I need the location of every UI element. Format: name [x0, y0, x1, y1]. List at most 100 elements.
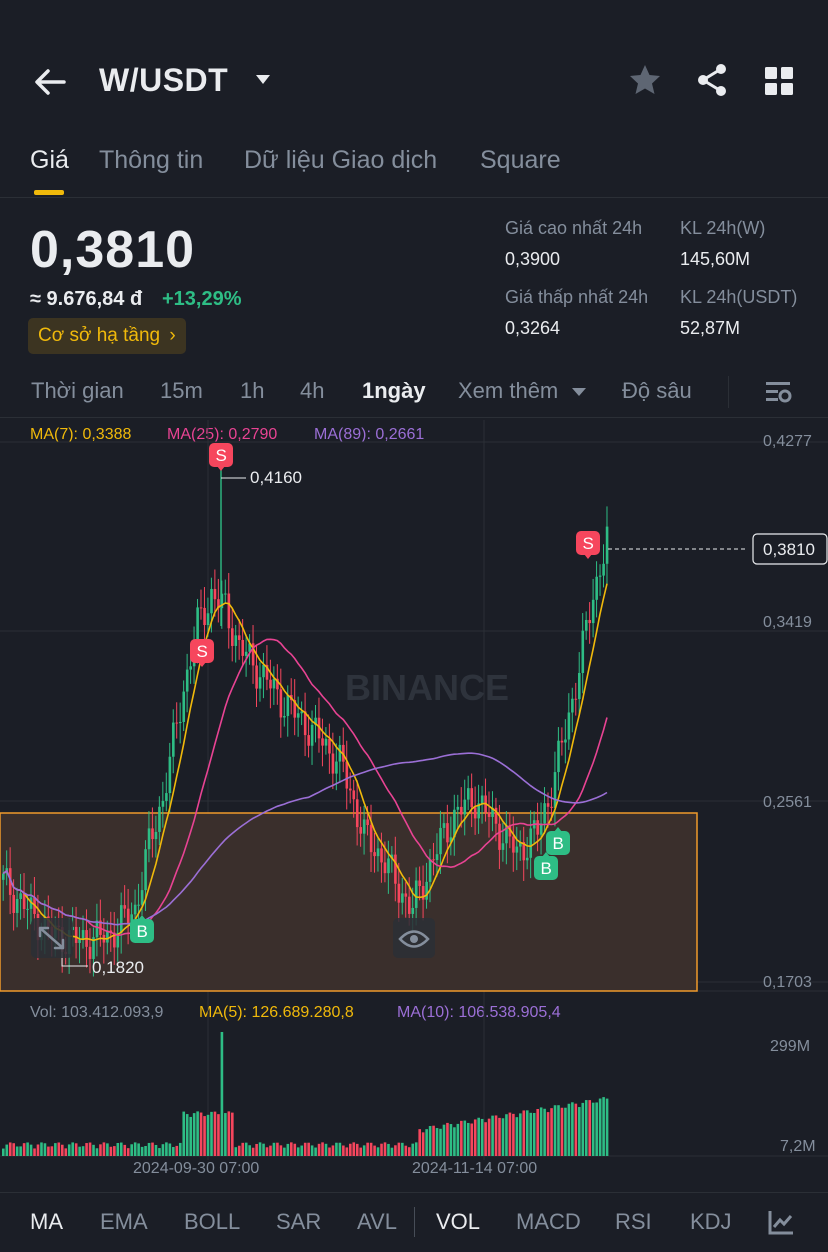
volume-bars-group: [2, 1032, 609, 1156]
volume-bar: [432, 1125, 435, 1156]
indicator-sar[interactable]: SAR: [276, 1209, 321, 1235]
candle-body: [383, 862, 387, 874]
volume-bar: [571, 1102, 574, 1156]
volume-bar: [196, 1111, 199, 1156]
candle-body: [213, 588, 217, 600]
eye-icon[interactable]: [393, 918, 435, 958]
vol-quote-label: KL 24h(USDT): [680, 287, 798, 307]
candle-body: [432, 859, 435, 861]
tab-price[interactable]: Giá: [30, 146, 69, 175]
volume-bar: [227, 1111, 231, 1156]
candle-body: [237, 635, 241, 640]
candle-body: [362, 819, 366, 834]
candle-body: [279, 689, 283, 718]
interval-4h[interactable]: 4h: [300, 378, 324, 404]
volume-bar: [446, 1122, 449, 1156]
candle-body: [196, 607, 199, 645]
interval-more[interactable]: Xem thêm: [458, 378, 558, 404]
candle-body: [581, 630, 585, 673]
candle-body: [241, 639, 245, 656]
volume-bar: [595, 1102, 598, 1156]
indicator-kdj[interactable]: KDJ: [690, 1209, 732, 1235]
candle-body: [199, 607, 203, 609]
price-chart[interactable]: BINANCE 0,42770,34190,25610,1703 SSSBBB …: [0, 420, 828, 1190]
candle-body: [373, 852, 376, 857]
indicator-rsi[interactable]: RSI: [615, 1209, 652, 1235]
indicator-ma[interactable]: MA: [30, 1209, 63, 1235]
indicator-macd[interactable]: MACD: [516, 1209, 581, 1235]
chart-type-icon[interactable]: [766, 1207, 796, 1237]
indicator-boll[interactable]: BOLL: [184, 1209, 240, 1235]
indicator-avl[interactable]: AVL: [357, 1209, 397, 1235]
expand-icon[interactable]: [31, 918, 73, 958]
indicator-bar: MA EMA BOLL SAR AVL VOL MACD RSI KDJ: [0, 1192, 828, 1252]
volume-bar: [303, 1142, 307, 1156]
candle-body: [366, 819, 369, 826]
tab-trading-data[interactable]: Dữ liệu Giao dịch: [244, 146, 437, 175]
volume-bar: [29, 1144, 33, 1156]
indicator-ema[interactable]: EMA: [100, 1209, 148, 1235]
volume-bar: [376, 1147, 380, 1156]
volume-bar: [307, 1142, 310, 1156]
candle-body: [446, 823, 449, 843]
candle-body: [307, 735, 310, 746]
volume-bar: [241, 1142, 245, 1156]
candle-body: [401, 893, 404, 903]
category-tag[interactable]: Cơ sở hạ tầng ›: [28, 318, 186, 354]
candle-body: [2, 873, 5, 880]
interval-depth[interactable]: Độ sâu: [622, 378, 692, 404]
volume-bar: [140, 1146, 144, 1156]
star-icon[interactable]: [627, 62, 663, 98]
share-icon[interactable]: [694, 62, 730, 98]
interval-1h[interactable]: 1h: [240, 378, 264, 404]
volume-bar: [418, 1129, 421, 1156]
interval-time[interactable]: Thời gian: [31, 378, 124, 404]
volume-bar: [501, 1118, 505, 1156]
volume-bar: [574, 1103, 578, 1156]
volume-bar: [428, 1126, 432, 1156]
volume-bar: [435, 1128, 439, 1156]
candle-body: [255, 665, 258, 689]
candle-body: [546, 803, 550, 807]
chart-settings-icon[interactable]: [764, 378, 792, 406]
chart-grid: [0, 420, 828, 1160]
caret-down-icon[interactable]: [253, 72, 273, 88]
volume-bar: [414, 1142, 418, 1156]
volume-bar: [276, 1142, 279, 1156]
candle-body: [567, 712, 571, 740]
volume-bar: [539, 1107, 543, 1156]
tab-info[interactable]: Thông tin: [99, 146, 203, 175]
signal-label: B: [541, 859, 552, 878]
x-tick-1: 2024-09-30 07:00: [133, 1160, 259, 1177]
back-arrow-icon[interactable]: [30, 62, 70, 102]
grid-menu-icon[interactable]: [762, 64, 796, 98]
candle-body: [331, 753, 335, 774]
y-tick: 0,2561: [763, 794, 812, 811]
pair-title[interactable]: W/USDT: [99, 62, 228, 99]
volume-bar: [57, 1142, 61, 1156]
volume-bar: [342, 1145, 345, 1156]
tab-square[interactable]: Square: [480, 146, 561, 175]
interval-1d[interactable]: 1ngày: [362, 378, 426, 404]
candle-body: [147, 828, 151, 850]
interval-15m[interactable]: 15m: [160, 378, 203, 404]
volume-bar: [512, 1113, 515, 1156]
main-tabs: Giá Thông tin Dữ liệu Giao dịch Square: [0, 140, 828, 198]
candle-body: [123, 905, 127, 909]
candle-body: [394, 854, 397, 884]
candle-body: [498, 823, 501, 850]
candle-body: [345, 761, 349, 789]
volume-bar: [182, 1111, 186, 1156]
more-caret-icon: [572, 388, 586, 396]
volume-bar: [172, 1146, 175, 1156]
signal-label: S: [216, 446, 227, 465]
candle-body: [81, 930, 85, 940]
volume-bar: [338, 1142, 342, 1156]
candle-body: [397, 883, 401, 903]
vol-quote-value: 52,87M: [680, 318, 741, 338]
volume-bar: [449, 1124, 453, 1156]
candle-body: [473, 807, 477, 819]
volume-bar: [560, 1107, 564, 1156]
candle-body: [439, 827, 442, 855]
indicator-vol[interactable]: VOL: [436, 1209, 480, 1235]
